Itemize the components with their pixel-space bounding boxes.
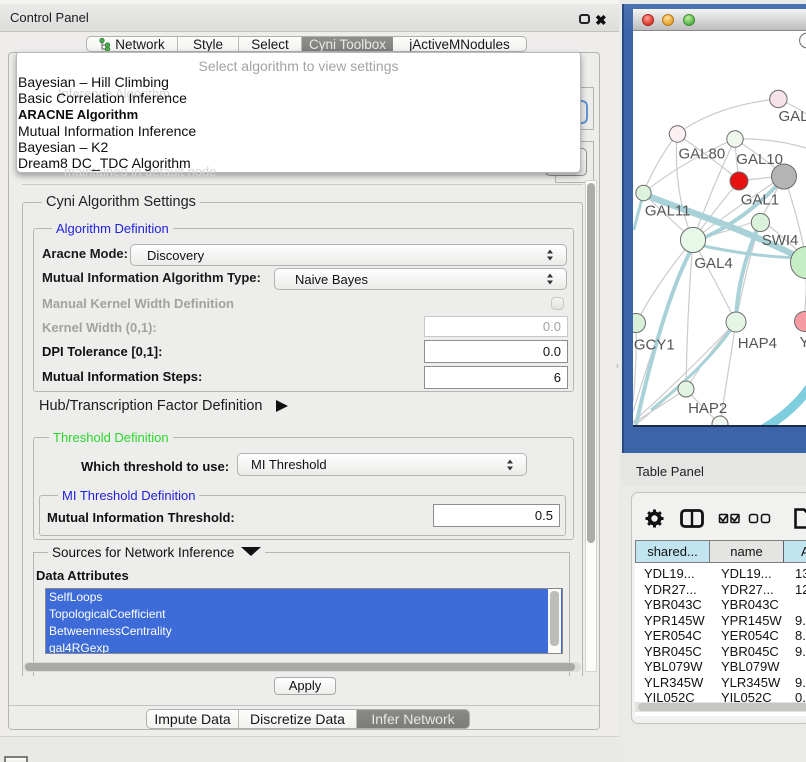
svg-text:GAL10: GAL10 bbox=[736, 151, 783, 168]
svg-text:SWI4: SWI4 bbox=[762, 232, 799, 249]
svg-text:GAL11: GAL11 bbox=[645, 203, 691, 220]
svg-text:GCY1: GCY1 bbox=[634, 337, 675, 354]
svg-text:Y: Y bbox=[800, 334, 806, 351]
svg-text:HAP2: HAP2 bbox=[688, 400, 727, 417]
svg-text:HAP4: HAP4 bbox=[738, 335, 777, 352]
svg-text:GAL7: GAL7 bbox=[779, 108, 806, 125]
svg-text:GAL80: GAL80 bbox=[679, 146, 726, 163]
svg-text:GAL4: GAL4 bbox=[694, 255, 732, 272]
svg-text:GAL1: GAL1 bbox=[741, 192, 779, 209]
